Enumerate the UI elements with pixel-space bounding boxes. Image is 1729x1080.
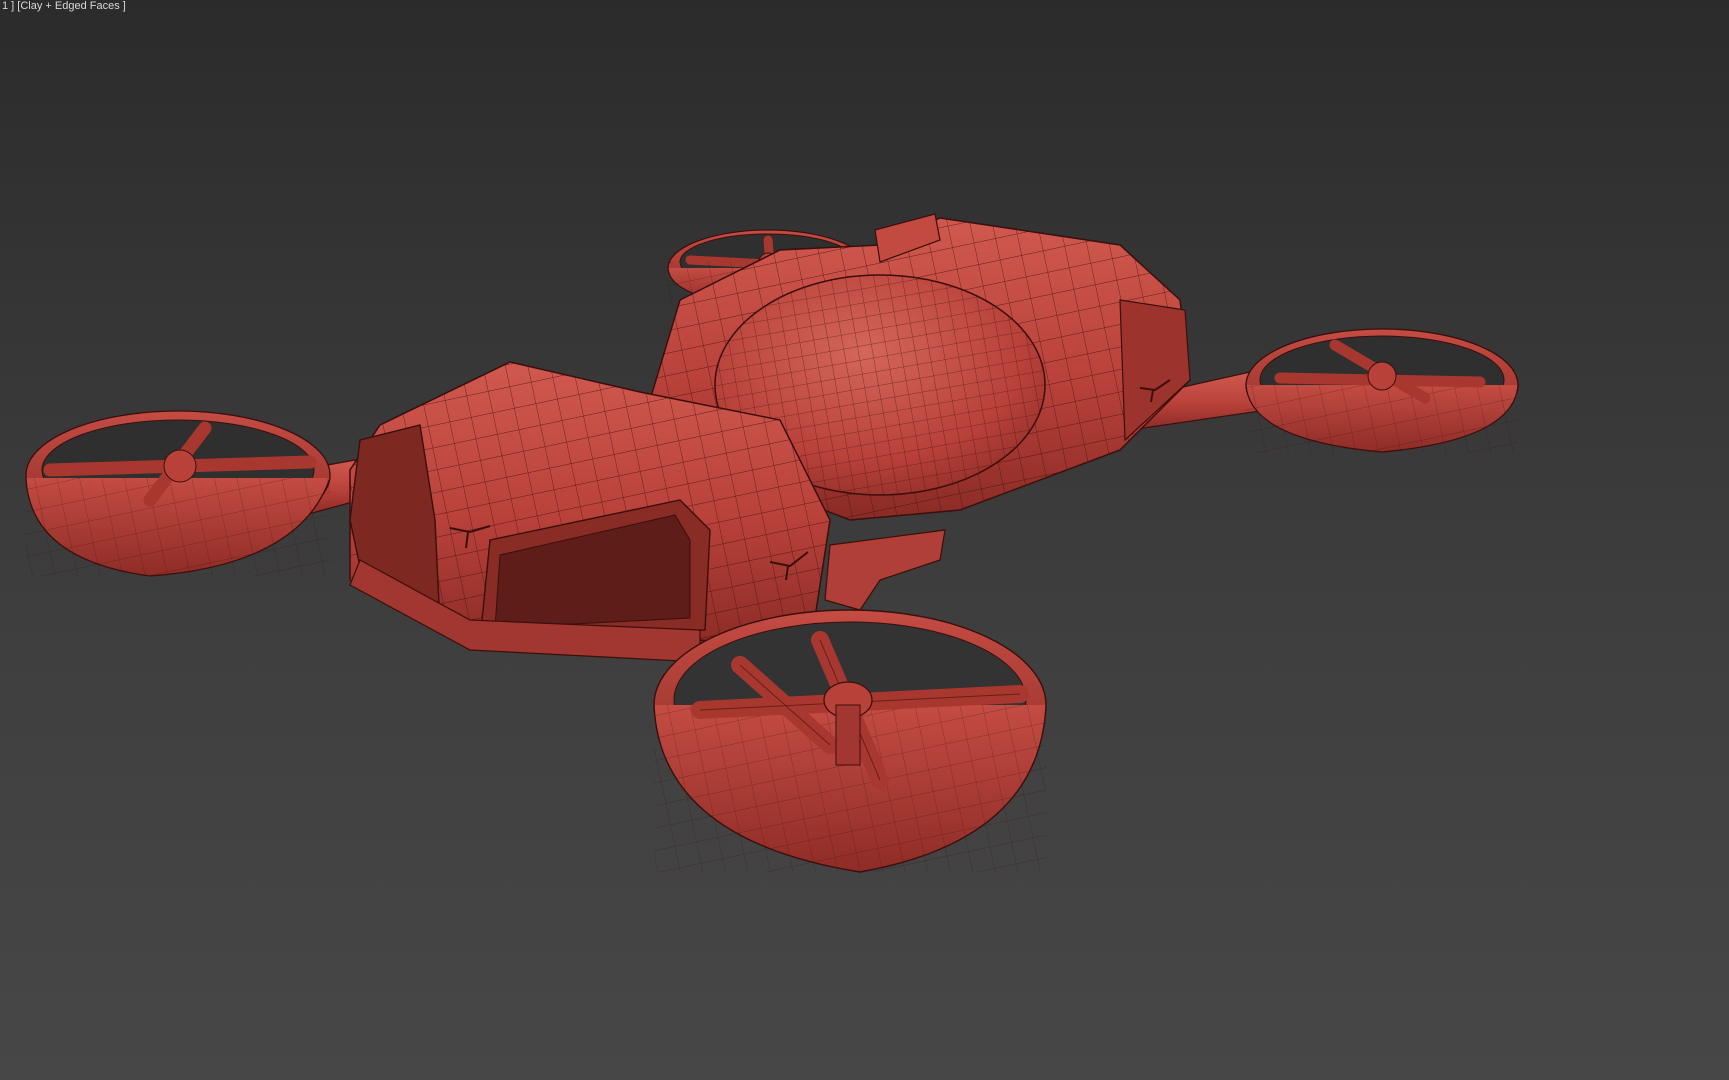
rotor-front[interactable] [653,609,1047,873]
viewport-label[interactable]: 1 ] [Clay + Edged Faces ] [0,0,128,13]
fuselage[interactable] [349,213,1191,663]
rotor-left[interactable] [25,410,361,577]
viewport-label-suffix: ] [119,0,126,12]
scene-3d-view[interactable] [0,0,1729,1080]
viewport-label-prefix[interactable]: 1 ] [ [2,0,20,12]
viewport[interactable]: 1 ] [Clay + Edged Faces ] [0,0,1729,1080]
shading-mode-menu[interactable]: Clay + Edged Faces [20,0,119,12]
